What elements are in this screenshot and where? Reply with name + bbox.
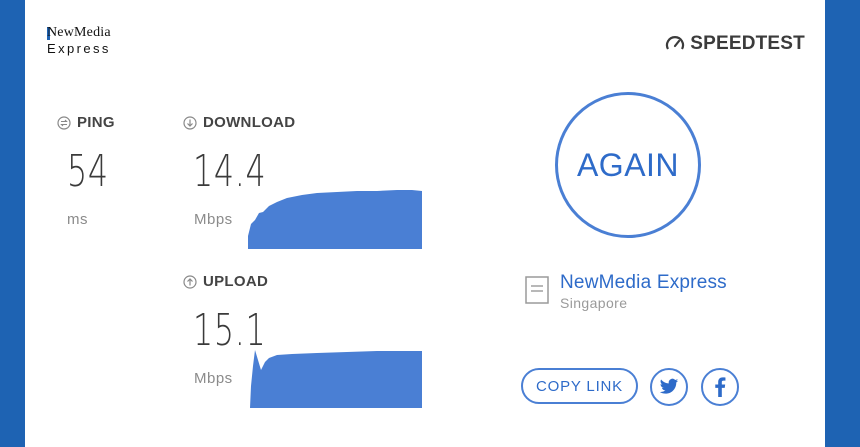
server-document-icon [525,276,549,304]
download-graph-fill [248,190,422,249]
ping-unit: ms [67,211,88,228]
download-arrow-icon [183,115,197,130]
twitter-share-button[interactable] [650,368,688,406]
again-button[interactable]: AGAIN [555,92,701,238]
download-label-text: DOWNLOAD [203,114,296,131]
ping-label-text: PING [77,114,115,131]
server-location: Singapore [560,295,628,311]
upload-arrow-icon [183,274,197,289]
server-name[interactable]: NewMedia Express [560,272,727,294]
download-graph [248,190,422,249]
ping-icon [57,115,71,130]
isp-logo: NewMedia Express [47,25,127,59]
download-label: DOWNLOAD [183,114,295,131]
upload-graph [250,350,422,408]
result-card: NewMedia Express SPEEDTEST PING 54 ms DO… [25,0,825,447]
upload-graph-fill [250,350,422,408]
logo-line2: Express [47,41,111,56]
ping-value: 54 [67,146,109,197]
upload-unit: Mbps [194,370,233,387]
upload-label: UPLOAD [183,273,268,290]
download-unit: Mbps [194,211,233,228]
facebook-share-button[interactable] [701,368,739,406]
facebook-icon [715,377,726,397]
twitter-icon [659,378,679,394]
again-label: AGAIN [576,146,680,183]
speedometer-icon [666,36,685,50]
copy-link-button[interactable]: COPY LINK [521,368,638,404]
ping-label: PING [57,114,115,131]
upload-label-text: UPLOAD [203,273,269,290]
logo-line1: NewMedia [47,25,111,40]
speedtest-label: SPEEDTEST [690,33,805,54]
speedtest-brand[interactable]: SPEEDTEST [665,33,805,55]
copy-link-label: COPY LINK [536,377,623,395]
